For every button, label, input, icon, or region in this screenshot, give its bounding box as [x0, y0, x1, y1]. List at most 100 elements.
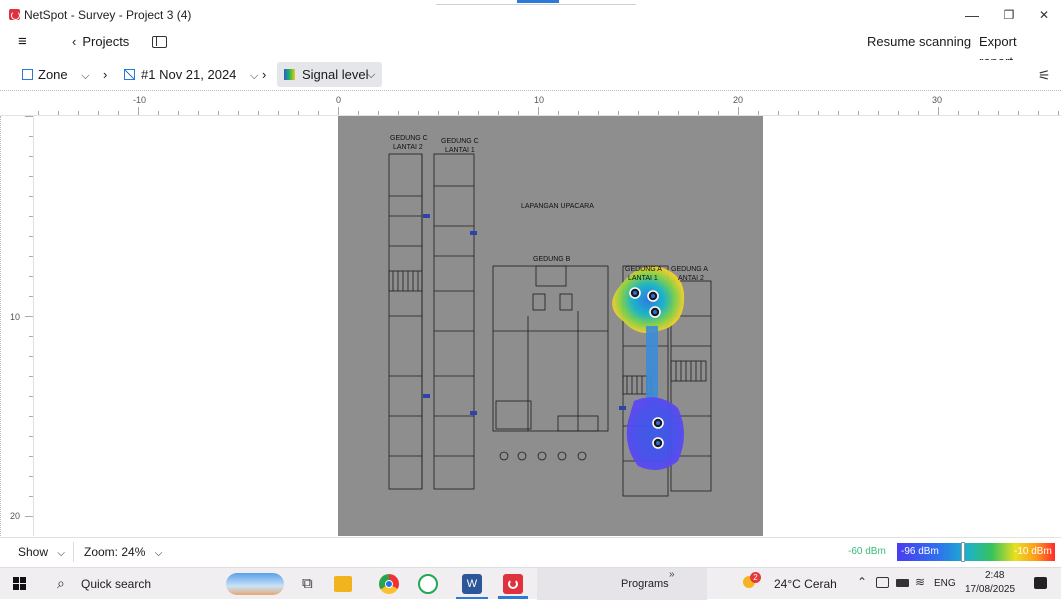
chrome-icon[interactable]: [379, 574, 399, 594]
weather-icon[interactable]: 2: [741, 572, 761, 590]
zoom-dropdown[interactable]: Zoom: 24% ⌵: [84, 545, 162, 559]
battery-icon[interactable]: [896, 579, 909, 587]
netspot-app-icon: [9, 9, 20, 20]
word-icon[interactable]: W: [462, 574, 482, 594]
chevron-up-icon[interactable]: ⌃: [857, 575, 867, 589]
chevron-down-icon: ⌵: [367, 69, 376, 81]
chevron-down-icon: ⌵: [154, 548, 163, 559]
ruler-tick: [698, 111, 699, 115]
chevron-right-icon: ›: [262, 67, 267, 82]
close-button[interactable]: ✕: [1027, 3, 1061, 27]
whatsapp-icon[interactable]: [418, 574, 438, 594]
floorplan-drawing: GEDUNG C LANTAI 2 GEDUNG C LANTAI 1 LAPA…: [388, 135, 712, 497]
floorplan-label: LANTAI 2: [393, 144, 423, 151]
scale-handle[interactable]: [961, 542, 965, 562]
ruler-tick: [29, 456, 33, 457]
filter-settings-icon[interactable]: ⚟: [1038, 67, 1051, 84]
projects-back-button[interactable]: ‹ Projects: [72, 32, 129, 52]
survey-canvas[interactable]: GEDUNG C LANTAI 2 GEDUNG C LANTAI 1 LAPA…: [34, 116, 1061, 536]
ruler-tick: [778, 111, 779, 115]
clock-time[interactable]: 2:48: [985, 570, 1004, 581]
title-bar: NetSpot - Survey - Project 3 (4) — ❐ ✕: [0, 0, 1061, 30]
floorplan-label: ANTAI 2: [678, 275, 704, 282]
main-toolbar: ≡ ‹Projects Resume scanning Export repor…: [0, 30, 1061, 69]
clock-date[interactable]: 17/08/2025: [965, 584, 1015, 595]
ruler-tick: [318, 111, 319, 115]
ruler-tick: [29, 256, 33, 257]
ruler-tick: [578, 111, 579, 115]
sidebar-toggle-icon[interactable]: [152, 36, 167, 48]
widget-landscape-icon[interactable]: [226, 573, 284, 595]
chevron-down-icon: ⌵: [81, 70, 90, 82]
language-indicator[interactable]: ENG: [934, 578, 956, 589]
ruler-label: 10: [534, 95, 545, 105]
resume-scanning-button[interactable]: Resume scanning: [867, 32, 971, 52]
zone-selector[interactable]: Zone ⌵: [22, 65, 90, 86]
floorplan-label: LANTAI 1: [445, 147, 475, 154]
notification-icon[interactable]: [1034, 577, 1047, 589]
ruler-tick: [29, 476, 33, 477]
task-view-icon[interactable]: ⧉: [302, 575, 313, 592]
ruler-tick: [29, 436, 33, 437]
ruler-tick: [398, 111, 399, 115]
ruler-tick: [938, 107, 939, 115]
ruler-tick: [858, 111, 859, 115]
quick-search[interactable]: Quick search: [81, 577, 151, 591]
ruler-tick: [158, 111, 159, 115]
netspot-taskbar-icon[interactable]: [503, 574, 523, 594]
ruler-tick: [838, 111, 839, 115]
snapshot-selector[interactable]: #1 Nov 21, 2024 ⌵: [124, 65, 258, 86]
chevron-down-icon: ⌵: [250, 70, 259, 82]
file-explorer-icon[interactable]: [334, 576, 352, 592]
ruler-tick: [78, 111, 79, 115]
windows-taskbar: ⌕ Quick search ⧉ W Programs » 2 24°C Cer…: [0, 567, 1061, 600]
minimize-button[interactable]: —: [955, 3, 989, 27]
ruler-tick: [1058, 111, 1059, 115]
ruler-tick: [798, 111, 799, 115]
ruler-tick: [29, 196, 33, 197]
ruler-tick: [898, 111, 899, 115]
windows-start-icon[interactable]: [13, 577, 27, 591]
divider: [73, 542, 74, 562]
ruler-tick: [558, 111, 559, 115]
ruler-tick: [29, 236, 33, 237]
ruler-label: 10: [10, 312, 21, 322]
maximize-button[interactable]: ❐: [992, 3, 1026, 27]
window-title: NetSpot - Survey - Project 3 (4): [24, 8, 192, 22]
ruler-tick: [29, 376, 33, 377]
ruler-tick: [378, 111, 379, 115]
status-bar: Show ⌵ Zoom: 24% ⌵ -60 dBm -96 dBm -10 d…: [0, 537, 1061, 567]
ruler-tick: [29, 216, 33, 217]
wifi-icon[interactable]: ≋: [915, 575, 925, 589]
ruler-tick: [678, 111, 679, 115]
search-icon[interactable]: ⌕: [57, 575, 65, 592]
ruler-tick: [118, 111, 119, 115]
floorplan-label: GEDUNG C: [441, 138, 479, 145]
screen-icon[interactable]: [876, 577, 889, 588]
show-dropdown[interactable]: Show ⌵: [18, 545, 65, 559]
signal-level-selector[interactable]: Signal level ⌵: [277, 62, 382, 87]
ruler-tick: [238, 111, 239, 115]
heatmap-icon: [284, 69, 295, 80]
top-ruler: [0, 90, 1061, 116]
ruler-tick: [29, 356, 33, 357]
ruler-label: 30: [932, 95, 943, 105]
ruler-tick: [998, 111, 999, 115]
weather-text[interactable]: 24°C Cerah: [774, 577, 837, 591]
ruler-tick: [1038, 111, 1039, 115]
ruler-tick: [1018, 111, 1019, 115]
ruler-tick: [438, 111, 439, 115]
programs-toolbar[interactable]: Programs »: [537, 568, 707, 600]
ruler-tick: [178, 111, 179, 115]
ruler-tick: [29, 296, 33, 297]
projects-label: Projects: [82, 34, 130, 49]
zoom-label: Zoom: 24%: [84, 545, 146, 559]
ruler-tick: [818, 111, 819, 115]
floorplan-image: GEDUNG C LANTAI 2 GEDUNG C LANTAI 1 LAPA…: [338, 116, 763, 536]
ruler-tick: [638, 111, 639, 115]
hamburger-icon[interactable]: ≡: [18, 32, 27, 52]
ruler-tick: [198, 111, 199, 115]
title-accent-bar: [517, 0, 559, 3]
ruler-label: -10: [133, 95, 147, 105]
left-ruler: [0, 116, 34, 536]
